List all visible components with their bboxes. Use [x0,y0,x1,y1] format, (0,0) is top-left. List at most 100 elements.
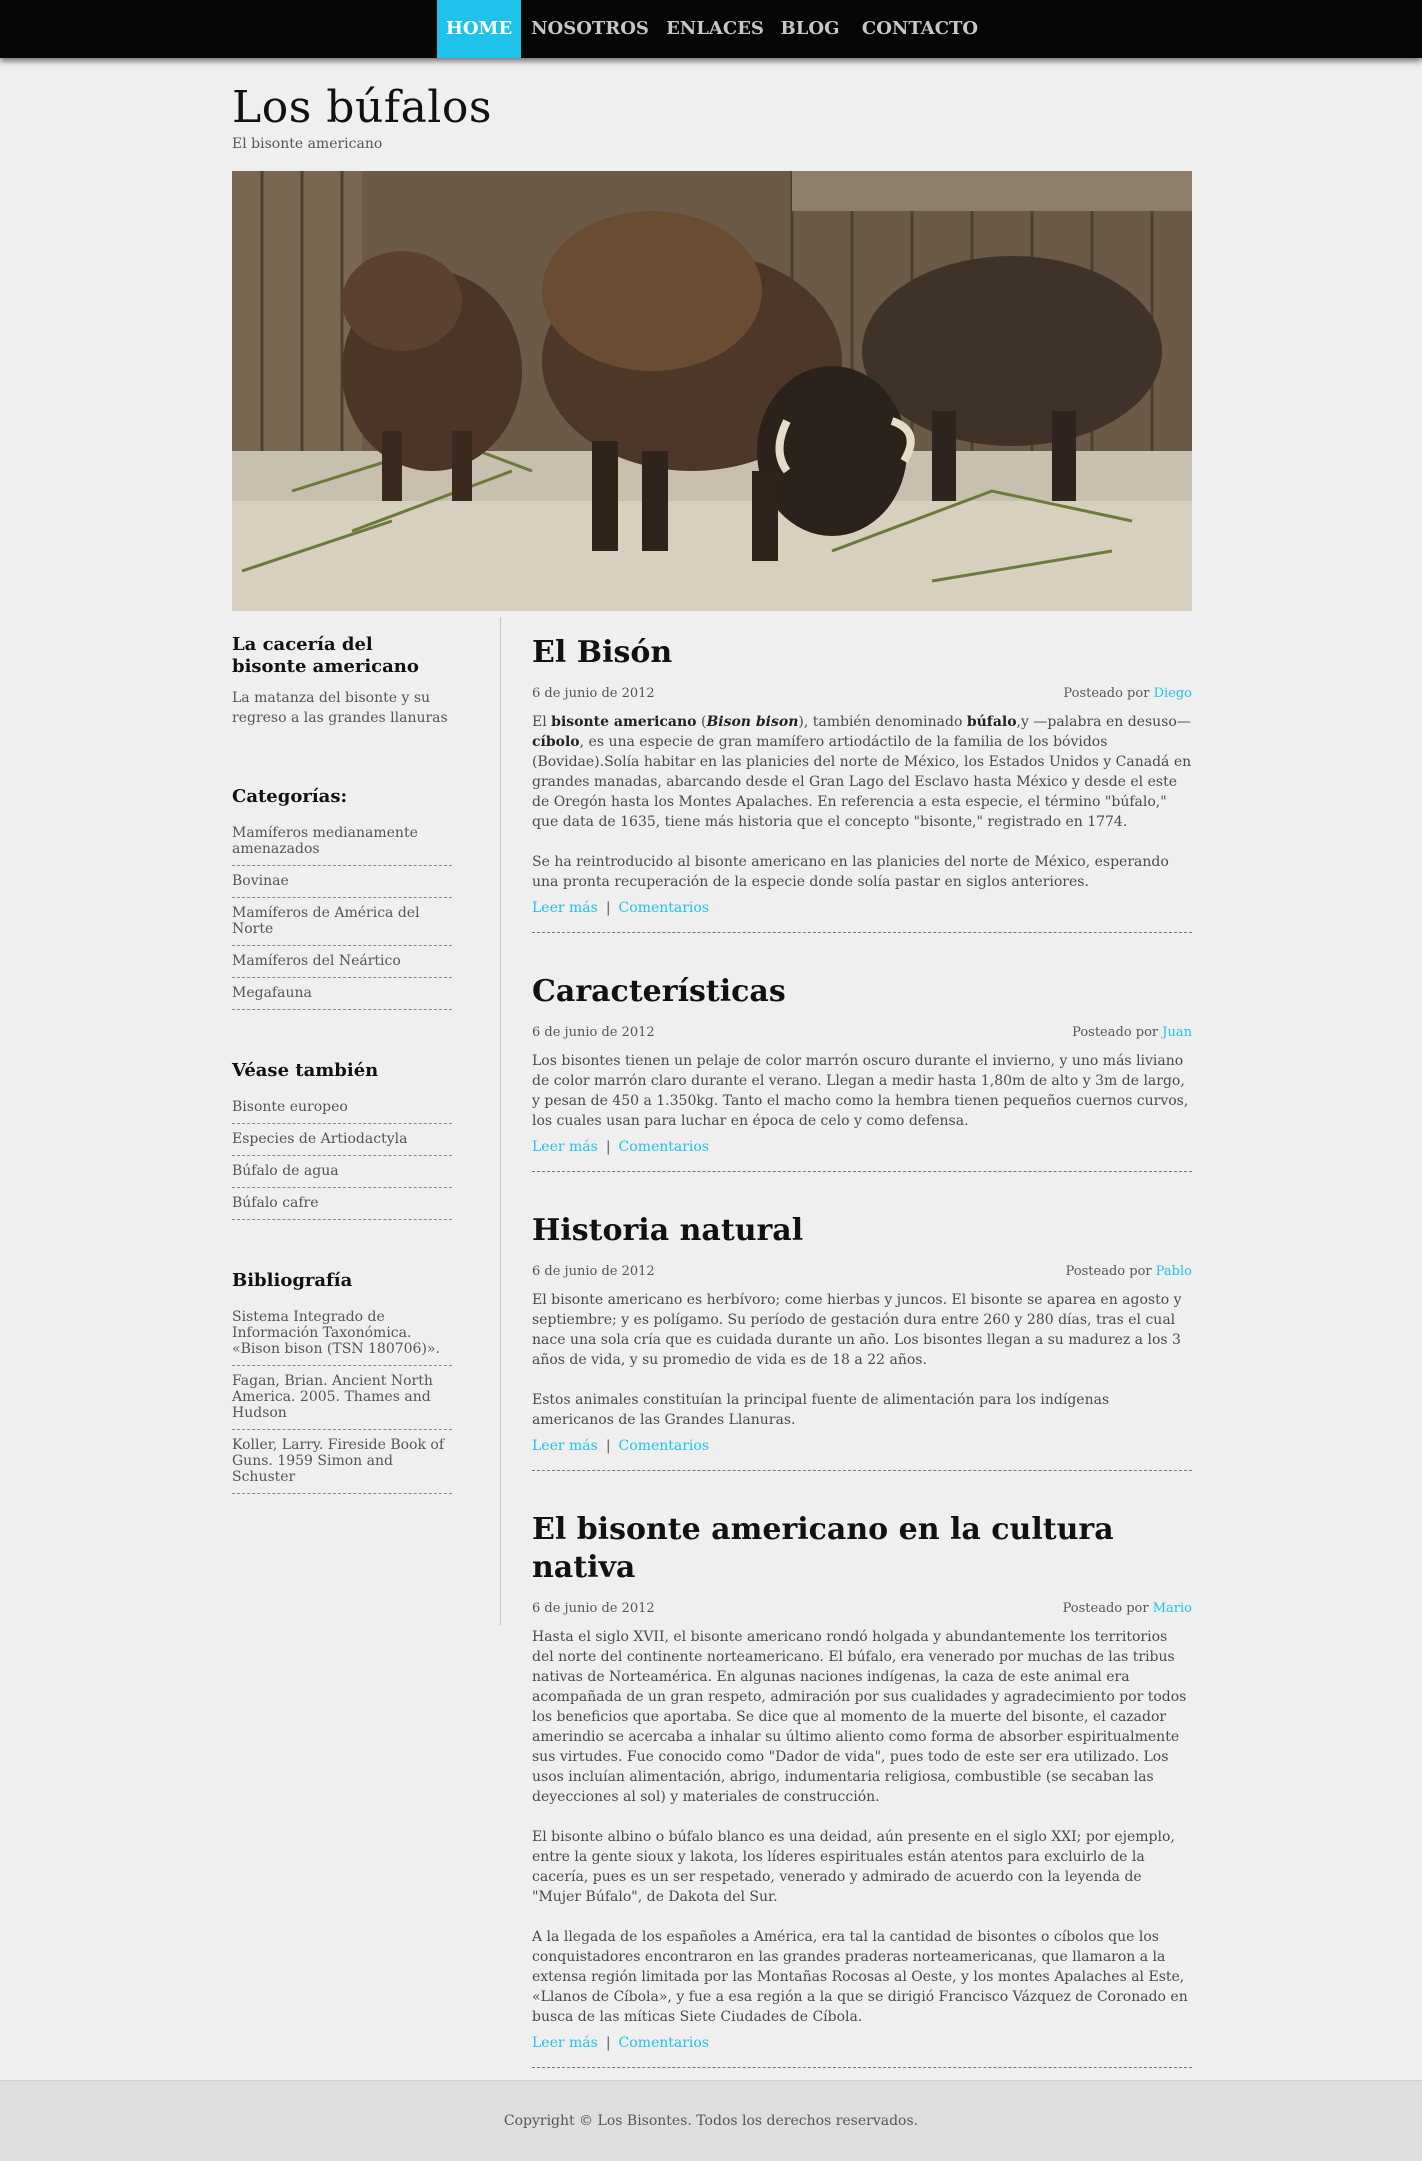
text-span: ( [696,714,707,730]
bold-term: bisonte americano [551,714,697,730]
read-more-link[interactable]: Leer más [532,2035,598,2051]
site-title: Los búfalos [232,82,492,133]
text-span: ,y —palabra en desuso— [1016,714,1191,730]
categories-list: Mamíferos medianamente amenazados Bovina… [232,818,452,1010]
post-date: 6 de junio de 2012 [532,1601,655,1616]
comments-link[interactable]: Comentarios [619,2035,709,2051]
post-paragraph: El bisonte albino o búfalo blanco es una… [532,1829,1175,1905]
blog-post: El Bisón 6 de junio de 2012 Posteado por… [532,634,1192,933]
posted-by-label: Posteado por [1062,1601,1149,1616]
category-item[interactable]: Mamíferos del Neártico [232,946,452,978]
categories-title: Categorías: [232,786,348,807]
bibliography-item: Koller, Larry. Fireside Book of Guns. 19… [232,1430,452,1494]
post-paragraph: El bisonte americano es herbívoro; come … [532,1292,1182,1368]
text-span: El [532,714,552,730]
sidebar-intro-title: La cacería del bisonte americano [232,634,419,677]
post-author: Posteado por Mario [1063,1601,1192,1616]
comments-link[interactable]: Comentarios [619,1438,709,1454]
read-more-link[interactable]: Leer más [532,1139,598,1155]
post-paragraph: Estos animales constituían la principal … [532,1392,1110,1428]
sidebar: La cacería del bisonte americano La mata… [232,634,452,1546]
post-links: Leer más | Comentarios [532,900,1192,916]
post-author: Posteado por Pablo [1066,1264,1192,1279]
post-paragraph: Se ha reintroducido al bisonte americano… [532,854,1169,890]
see-also-item[interactable]: Búfalo cafre [232,1188,452,1220]
comments-link[interactable]: Comentarios [619,1139,709,1155]
bibliography-item: Sistema Integrado de Información Taxonóm… [232,1302,452,1366]
post-meta: 6 de junio de 2012 Posteado por Pablo [532,1264,1192,1282]
link-separator: | [605,1438,611,1454]
site-subtitle: El bisonte americano [232,136,383,152]
see-also-item[interactable]: Búfalo de agua [232,1156,452,1188]
posted-by-label: Posteado por [1063,686,1150,701]
hero-bison-image [232,171,1192,611]
sidebar-intro: La cacería del bisonte americano La mata… [232,634,452,728]
scientific-name: Bison bison [706,714,799,730]
comments-link[interactable]: Comentarios [619,900,709,916]
read-more-link[interactable]: Leer más [532,900,598,916]
nav-contacto[interactable]: CONTACTO [855,0,985,58]
post-paragraph: El bisonte americano (Bison bison), tamb… [532,712,1192,832]
bibliography-item: Fagan, Brian. Ancient North America. 200… [232,1366,452,1430]
posted-by-label: Posteado por [1072,1025,1159,1040]
link-separator: | [605,2035,611,2051]
bison-photo-illustration [232,171,1192,611]
see-also-title: Véase también [232,1060,379,1081]
post-meta: 6 de junio de 2012 Posteado por Mario [532,1601,1192,1619]
bold-term: cíbolo [532,734,580,750]
post-title[interactable]: Historia natural [532,1212,1192,1250]
post-meta: 6 de junio de 2012 Posteado por Juan [532,1025,1192,1043]
author-link[interactable]: Diego [1154,686,1192,701]
post-title[interactable]: Características [532,973,1192,1011]
see-also-item[interactable]: Bisonte europeo [232,1092,452,1124]
post-date: 6 de junio de 2012 [532,1264,655,1279]
post-meta: 6 de junio de 2012 Posteado por Diego [532,686,1192,704]
bibliography-title: Bibliografía [232,1270,353,1291]
link-separator: | [605,1139,611,1155]
category-item[interactable]: Mamíferos de América del Norte [232,898,452,946]
main-content: El Bisón 6 de junio de 2012 Posteado por… [532,634,1192,2108]
nav-enlaces[interactable]: ENLACES [663,0,767,58]
nav-home[interactable]: HOME [437,0,521,58]
see-also-list: Bisonte europeo Especies de Artiodactyla… [232,1092,452,1220]
sidebar-intro-text: La matanza del bisonte y su regreso a la… [232,690,448,726]
blog-post: Características 6 de junio de 2012 Poste… [532,973,1192,1172]
nav-blog[interactable]: BLOG [777,0,843,58]
post-author: Posteado por Diego [1063,686,1192,701]
column-divider [500,617,501,1625]
bibliography-list: Sistema Integrado de Información Taxonóm… [232,1302,452,1494]
sidebar-bibliography: Bibliografía Sistema Integrado de Inform… [232,1270,452,1494]
post-paragraph: A la llegada de los españoles a América,… [532,1929,1188,2025]
post-links: Leer más | Comentarios [532,1438,1192,1454]
blog-post: El bisonte americano en la cultura nativ… [532,1511,1192,2068]
bold-term: búfalo [966,714,1017,730]
post-paragraph: Hasta el siglo XVII, el bisonte american… [532,1629,1187,1805]
blog-post: Historia natural 6 de junio de 2012 Post… [532,1212,1192,1471]
post-date: 6 de junio de 2012 [532,1025,655,1040]
see-also-item[interactable]: Especies de Artiodactyla [232,1124,452,1156]
post-title[interactable]: El Bisón [532,634,1192,672]
post-links: Leer más | Comentarios [532,1139,1192,1155]
top-nav: HOME NOSOTROS ENLACES BLOG CONTACTO [0,0,1422,58]
post-author: Posteado por Juan [1072,1025,1192,1040]
category-item[interactable]: Megafauna [232,978,452,1010]
author-link[interactable]: Pablo [1156,1264,1192,1279]
text-span: , es una especie de gran mamífero artiod… [532,734,1192,830]
sidebar-see-also: Véase también Bisonte europeo Especies d… [232,1060,452,1220]
nav-nosotros[interactable]: NOSOTROS [527,0,653,58]
post-date: 6 de junio de 2012 [532,686,655,701]
text-span: ), también denominado [798,714,967,730]
author-link[interactable]: Mario [1153,1601,1192,1616]
post-title[interactable]: El bisonte americano en la cultura nativ… [532,1511,1192,1587]
sidebar-categories: Categorías: Mamíferos medianamente amena… [232,786,452,1010]
footer: Copyright © Los Bisontes. Todos los dere… [0,2080,1422,2161]
read-more-link[interactable]: Leer más [532,1438,598,1454]
author-link[interactable]: Juan [1162,1025,1192,1040]
link-separator: | [605,900,611,916]
category-item[interactable]: Bovinae [232,866,452,898]
post-links: Leer más | Comentarios [532,2035,1192,2051]
category-item[interactable]: Mamíferos medianamente amenazados [232,818,452,866]
posted-by-label: Posteado por [1065,1264,1152,1279]
post-paragraph: Los bisontes tienen un pelaje de color m… [532,1053,1189,1129]
copyright-text: Copyright © Los Bisontes. Todos los dere… [503,2113,919,2129]
